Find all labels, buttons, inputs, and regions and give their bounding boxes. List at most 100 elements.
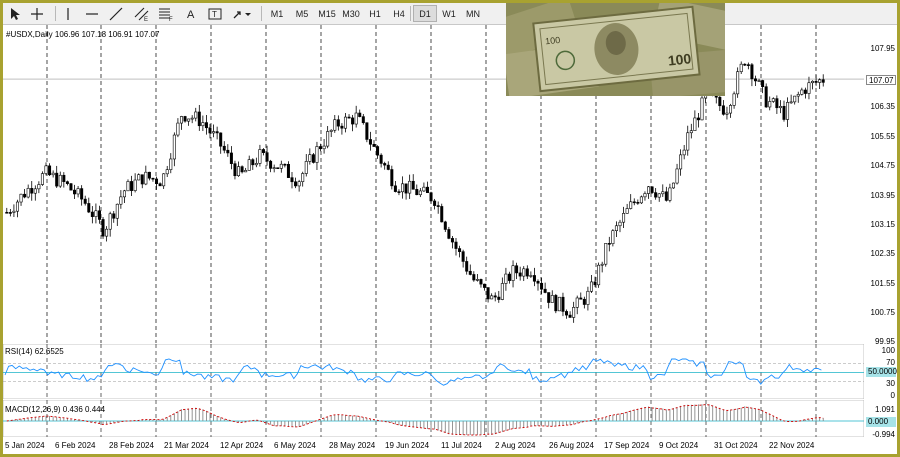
horizontal-line-icon[interactable]	[83, 5, 101, 22]
candle-bear	[215, 131, 219, 134]
trendline-icon[interactable]	[107, 5, 125, 22]
candle-bull	[12, 210, 16, 213]
candle-bear	[582, 298, 586, 305]
candle-bull	[176, 122, 180, 136]
text-label-icon[interactable]: T	[207, 5, 223, 22]
candle-bear	[497, 296, 501, 300]
candle-bull	[108, 213, 112, 230]
text-icon[interactable]: A	[183, 5, 199, 22]
candle-bull	[647, 186, 651, 194]
svg-text:100: 100	[667, 50, 692, 68]
candle-bear	[486, 287, 490, 300]
candle-bear	[376, 146, 380, 156]
candle-bull	[279, 163, 283, 169]
date-label: 11 Jul 2024	[441, 441, 482, 450]
candle-bull	[33, 188, 37, 194]
candle-bear	[319, 146, 323, 150]
date-label: 28 Feb 2024	[109, 441, 154, 450]
candle-bull	[597, 264, 601, 286]
candle-bear	[632, 201, 636, 204]
timeframe-mn-button[interactable]: MN	[461, 5, 485, 22]
svg-text:T: T	[212, 10, 217, 19]
candle-bull	[115, 203, 119, 219]
candle-bull	[169, 158, 173, 170]
candle-bull	[639, 196, 643, 204]
candle-bull	[671, 182, 675, 189]
fibonacci-icon[interactable]: F	[157, 5, 175, 22]
candle-bear	[219, 132, 223, 147]
candle-bear	[775, 98, 779, 109]
candle-bull	[329, 129, 333, 132]
timeframe-m15-button[interactable]: M15	[315, 5, 339, 22]
candle-bull	[354, 112, 358, 125]
rsi-panel[interactable]	[3, 344, 864, 399]
candle-bull	[418, 190, 422, 196]
candle-bear	[261, 149, 265, 153]
candle-bull	[800, 89, 804, 95]
timeframe-h4-button[interactable]: H4	[387, 5, 411, 22]
candle-bear	[447, 229, 451, 239]
candle-bear	[782, 106, 786, 120]
rsi-frame	[3, 344, 864, 399]
candle-bear	[55, 172, 59, 187]
rsi-level-label: 100	[881, 346, 895, 355]
price-label: 102.35	[870, 249, 895, 258]
timeframe-d1-button[interactable]: D1	[413, 5, 437, 22]
candle-bear	[361, 116, 365, 124]
rsi-title: RSI(14) 62.6525	[5, 347, 64, 356]
candle-bull	[789, 101, 793, 104]
candle-bull	[297, 181, 301, 187]
candle-bull	[682, 149, 686, 156]
candle-bull	[778, 106, 782, 109]
candle-bull	[557, 296, 561, 312]
price-label: 103.15	[870, 220, 895, 229]
candle-bull	[739, 63, 743, 73]
price-chart[interactable]	[3, 25, 864, 343]
candle-bull	[511, 265, 515, 281]
candle-bull	[786, 102, 790, 120]
svg-text:100: 100	[545, 35, 561, 47]
timeframe-w1-button[interactable]: W1	[437, 5, 461, 22]
candle-bear	[197, 111, 201, 127]
vertical-line-icon[interactable]	[61, 5, 75, 22]
candle-bull	[700, 97, 704, 121]
candle-bear	[65, 181, 69, 184]
candle-bull	[187, 118, 191, 122]
candle-bear	[265, 152, 269, 162]
date-label: 2 Aug 2024	[495, 441, 536, 450]
candle-bear	[429, 192, 433, 202]
candle-bear	[69, 183, 73, 191]
timeframe-m1-button[interactable]: M1	[265, 5, 289, 22]
candle-bull	[686, 132, 690, 151]
date-label: 12 Apr 2024	[220, 441, 264, 450]
candle-bear	[390, 169, 394, 187]
svg-text:A: A	[187, 9, 195, 21]
candle-bear	[525, 268, 529, 277]
candle-bull	[522, 268, 526, 277]
candle-bull	[343, 116, 347, 129]
crosshair-icon[interactable]	[29, 5, 45, 22]
candle-bull	[550, 295, 554, 303]
timeframe-m5-button[interactable]: M5	[290, 5, 314, 22]
candle-bull	[51, 172, 55, 176]
candle-bear	[112, 213, 116, 219]
cursor-icon[interactable]	[7, 5, 23, 22]
macd-panel[interactable]	[3, 400, 864, 437]
timeframe-m30-button[interactable]: M30	[339, 5, 363, 22]
price-label: 101.55	[870, 279, 895, 288]
arrows-dropdown-icon[interactable]	[231, 5, 253, 22]
candle-bull	[625, 208, 629, 214]
candle-bear	[753, 78, 757, 82]
candle-bull	[643, 193, 647, 198]
candle-bear	[73, 189, 77, 195]
candle-bear	[543, 288, 547, 293]
timeframe-h1-button[interactable]: H1	[363, 5, 387, 22]
candle-bear	[743, 63, 747, 66]
candle-bull	[247, 159, 251, 171]
candle-bull	[308, 154, 312, 162]
equidistant-channel-icon[interactable]: E	[133, 5, 151, 22]
candle-bull	[600, 263, 604, 266]
candle-bull	[475, 279, 479, 281]
macd-current-tag: 0.000	[866, 417, 896, 427]
candle-bear	[415, 189, 419, 196]
